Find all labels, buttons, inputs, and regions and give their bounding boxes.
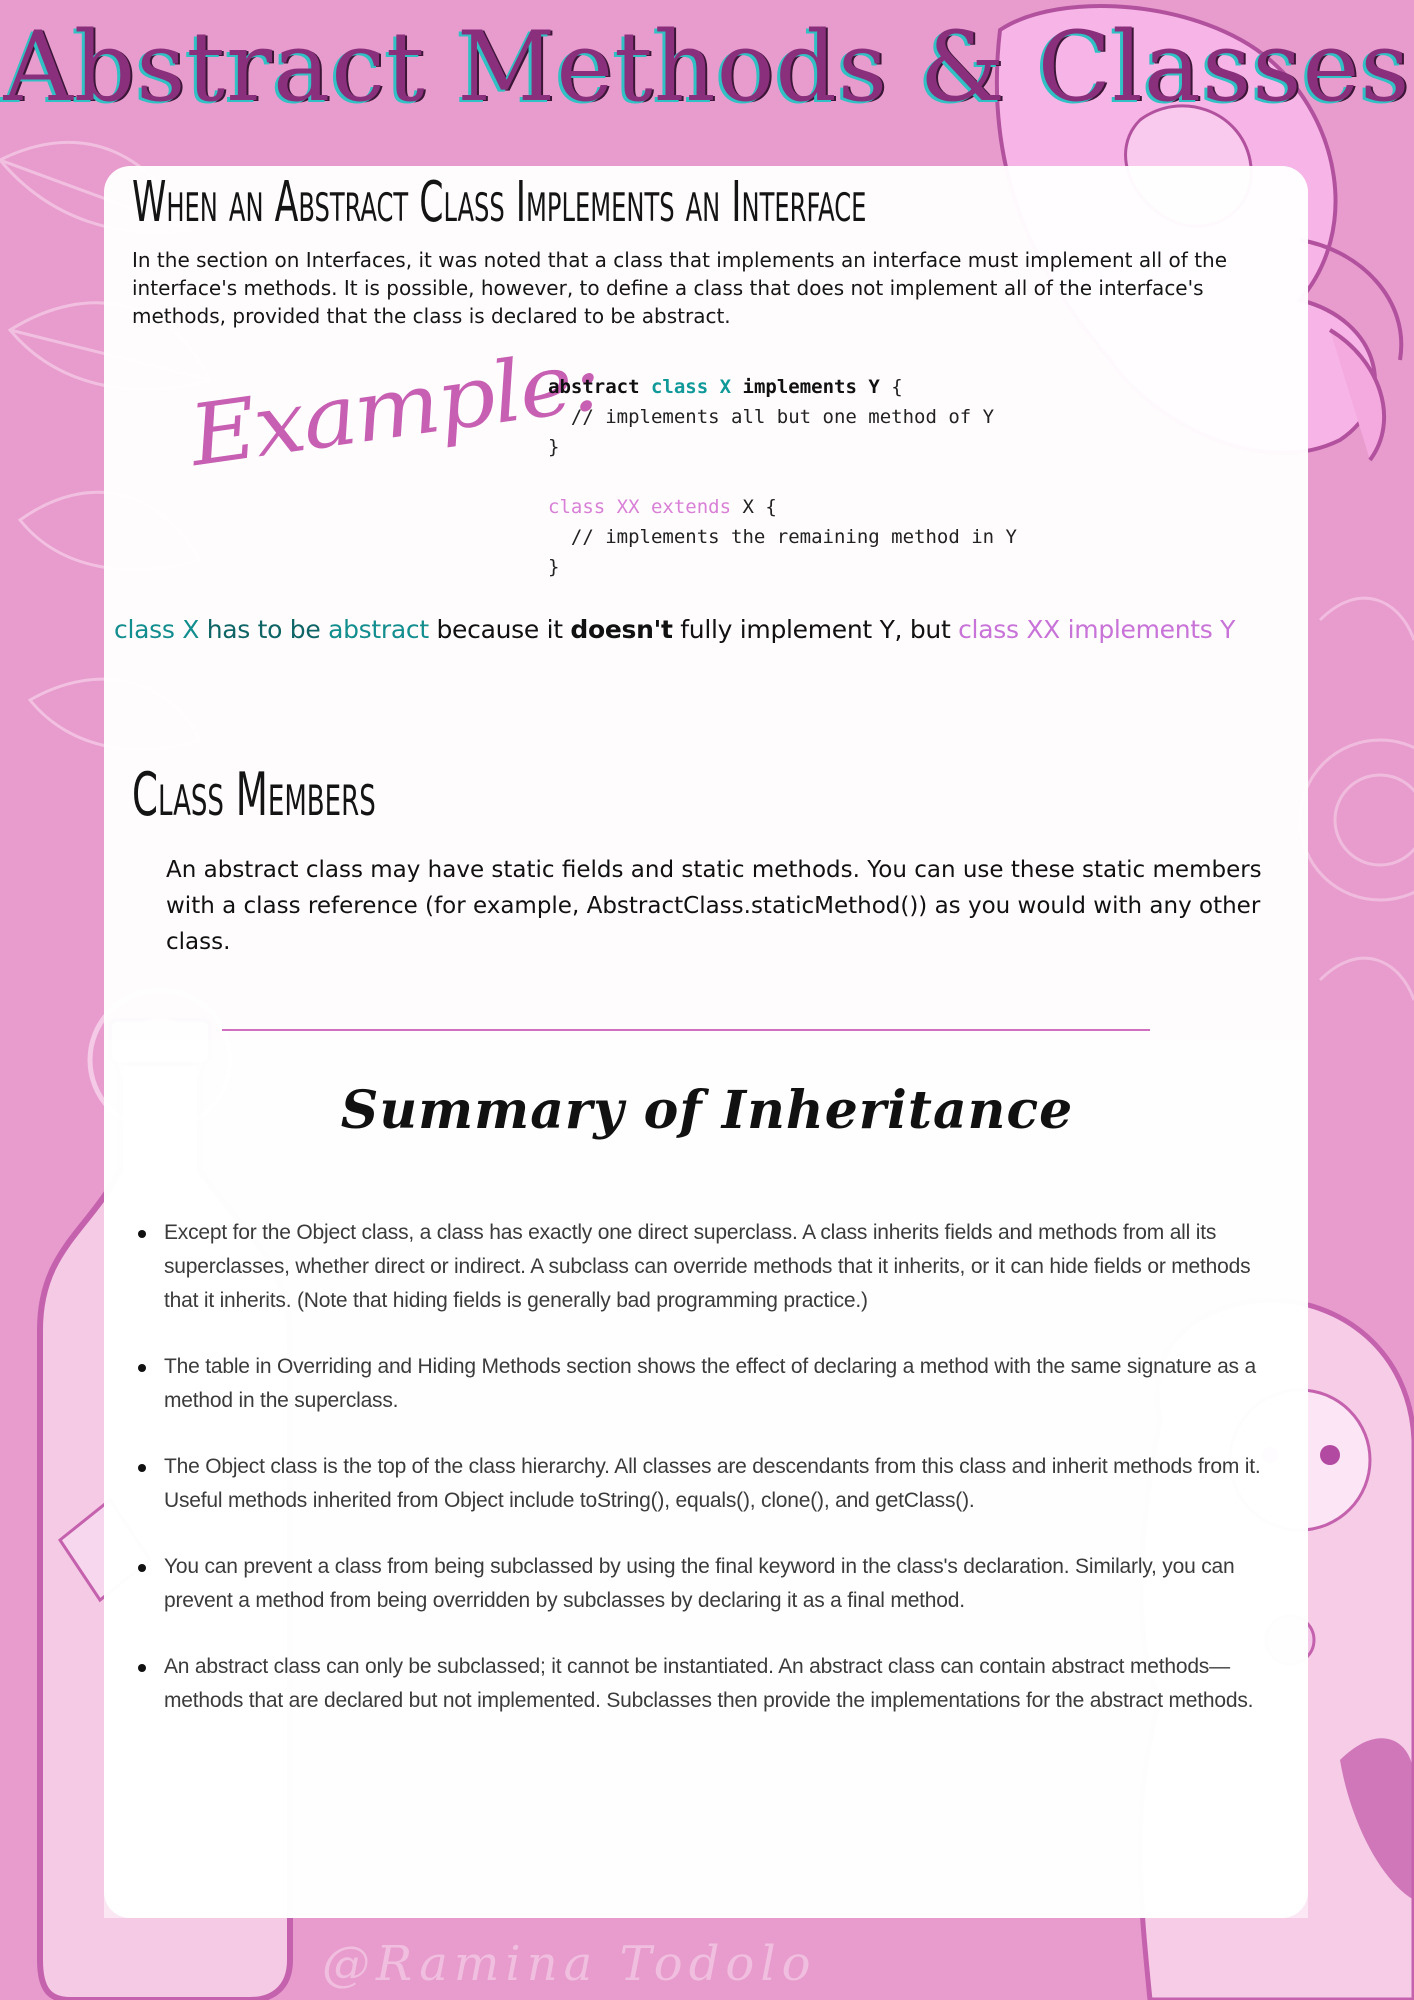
abstract-conclusion: class X has to be abstract because it do… [114,612,1314,648]
code-keyword-abstract: abstract [548,376,640,398]
section-heading-abstract-interface: When an Abstract Class Implements an Int… [132,170,867,235]
code-line-3: } [548,436,560,458]
class-members-text: An abstract class may have static fields… [166,857,1262,955]
code-line-5: class XX extends X { [548,492,1017,522]
code-class-xx-extends: class XX extends [548,496,732,518]
summary-title: Summary of Inheritance [340,1080,1074,1141]
summary-item: You can prevent a class from being subcl… [138,1550,1284,1618]
conclusion-fully-implement: fully implement Y, but [672,615,959,644]
artist-signature: @Ramina Todolo [322,1936,817,1992]
summary-list: Except for the Object class, a class has… [138,1216,1284,1750]
code-line-7: } [548,556,560,578]
conclusion-class-xx: class XX implements Y [958,615,1236,644]
code-extends-x: X { [731,496,777,518]
conclusion-has-to-be: has to be [199,615,329,644]
summary-item: Except for the Object class, a class has… [138,1216,1284,1318]
conclusion-because: because it [428,615,571,644]
code-line-1: abstract class X implements Y { [548,372,1017,402]
summary-item: The Object class is the top of the class… [138,1450,1284,1518]
code-brace-open: { [879,376,903,398]
conclusion-abstract: abstract [328,615,429,644]
abstract-intro-text: In the section on Interfaces, it was not… [132,248,1228,328]
summary-item: An abstract class can only be subclassed… [138,1650,1284,1718]
section-heading-class-members: Class Members [132,760,376,830]
code-class-x: class X [650,376,732,398]
code-line-6: // implements the remaining method in Y [548,526,1017,548]
code-line-2: // implements all but one method of Y [548,406,995,428]
code-implements-y: implements Y [742,376,880,398]
section-divider [222,1029,1150,1031]
conclusion-doesnt: doesn't [570,615,673,644]
summary-item: The table in Overriding and Hiding Metho… [138,1350,1284,1418]
conclusion-class-x: class X [114,615,200,644]
page-title: Abstract Methods & Classes [3,11,1411,123]
code-example: abstract class X implements Y { // imple… [548,372,1017,582]
